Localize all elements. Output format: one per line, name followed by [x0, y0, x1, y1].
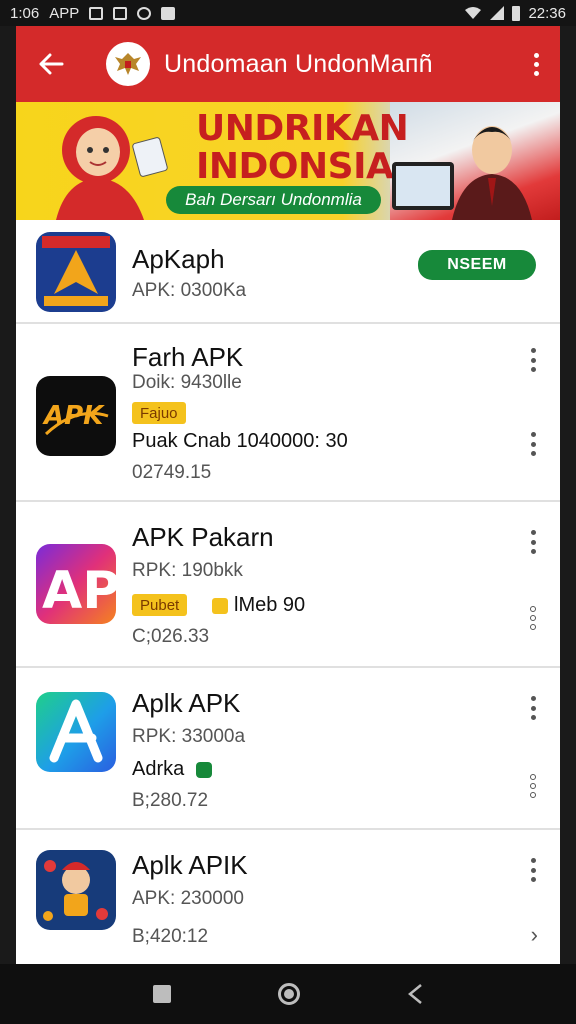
back-triangle-icon[interactable]: [407, 983, 423, 1005]
banner-headline: UNDRIKAN INDONSIA: [196, 108, 409, 187]
list-item[interactable]: ApKaph APK: 0300Ka NSEEM: [16, 220, 560, 324]
app-meta: APK: 230000: [132, 888, 244, 909]
app-detail: Puak Cnab 1040000: 30: [132, 430, 348, 452]
status-left: 1:06 APP: [10, 4, 176, 22]
recent-apps-icon[interactable]: [153, 985, 172, 1003]
app-date: B;280.72: [132, 790, 209, 811]
item-menu-icon[interactable]: [526, 348, 540, 372]
man-tablet-illustration-icon: [392, 126, 532, 220]
item-menu-icon[interactable]: [526, 858, 540, 882]
status-time-right: 22:36: [528, 4, 566, 22]
app-icon-apk-pakarn: AP: [36, 544, 116, 624]
square-notification-icon: [161, 6, 176, 20]
storage-icon: [212, 598, 228, 614]
item-menu-icon[interactable]: [526, 696, 540, 720]
item-menu-icon[interactable]: [526, 432, 540, 456]
wifi-icon: [465, 7, 482, 19]
app-title: Undomaan UndonMaпñ: [164, 49, 433, 78]
app-date: 02749.15: [132, 462, 212, 483]
banner-title-line1: UNDRIKAN: [196, 108, 409, 149]
category-tag: Pubet: [132, 594, 188, 616]
list-item[interactable]: Aplk APK RPK: 33000a Adrka B;280.72: [16, 668, 560, 830]
status-label: APP: [49, 4, 80, 22]
category-tag: Fajuo: [132, 402, 186, 424]
app-name: Farh APK: [132, 342, 244, 372]
app-name: APK Pakarn: [132, 522, 274, 552]
app-meta: RPK: 190bkk: [132, 560, 243, 581]
app-label: Adrka: [132, 758, 185, 780]
chevron-right-icon[interactable]: ›: [531, 924, 538, 946]
app-date: B;420:12: [132, 926, 209, 947]
app-name: Aplk APIK: [132, 850, 248, 880]
item-options-icon[interactable]: [526, 606, 540, 630]
status-time-left: 1:06: [10, 4, 40, 22]
app-meta: Doik: 9430lle: [132, 372, 242, 393]
banner-subtitle-pill: Bah Dersarı Undonmlia: [166, 186, 381, 214]
list-item[interactable]: AP APK Pakarn RPK: 190bkk Pubet lMeb 90 …: [16, 502, 560, 668]
back-arrow-icon[interactable]: [36, 49, 66, 79]
system-nav-bar: [0, 964, 576, 1024]
app-icon-apkaph: [36, 232, 116, 312]
verified-icon: [196, 762, 212, 778]
status-right: 22:36: [464, 5, 566, 22]
install-button[interactable]: NSEEM: [418, 250, 536, 280]
app-name: Aplk APK: [132, 688, 241, 718]
app-screen: Undomaan UndonMaпñ UNDRIKAN INDONSIA Bah…: [16, 26, 560, 964]
app-date: C;026.33: [132, 626, 210, 647]
app-bar: Undomaan UndonMaпñ: [16, 26, 560, 102]
banner-title-line2: INDONSIA: [196, 146, 394, 187]
app-meta: RPK: 33000a: [132, 726, 246, 747]
signal-icon: [490, 6, 505, 20]
battery-icon: [512, 5, 521, 21]
image-notification-icon: [89, 6, 104, 20]
app-extra: lMeb 90: [234, 594, 306, 616]
list-item[interactable]: APK Farh APK Doik: 9430lle Fajuo Puak Cn…: [16, 324, 560, 502]
home-icon[interactable]: [277, 983, 300, 1005]
item-options-icon[interactable]: [526, 774, 540, 798]
app-meta: APK: 0300Ka: [132, 280, 247, 301]
overflow-menu-icon[interactable]: [526, 49, 546, 79]
app-name: ApKaph: [132, 244, 225, 274]
status-bar: 1:06 APP 22:36: [0, 0, 576, 26]
garuda-logo-icon: [106, 42, 150, 86]
message-notification-icon: [113, 6, 128, 20]
app-icon-farh-apk: APK: [36, 376, 116, 456]
list-item[interactable]: Aplk APIK APK: 230000 B;420:12 ›: [16, 830, 560, 964]
ap-logo-text: AP: [42, 561, 116, 621]
app-icon-aplk-apk: [36, 692, 116, 772]
promo-banner[interactable]: UNDRIKAN INDONSIA Bah Dersarı Undonmlia: [16, 102, 560, 220]
app-notification-icon: [137, 6, 152, 20]
item-menu-icon[interactable]: [526, 530, 540, 554]
app-list: ApKaph APK: 0300Ka NSEEM APK Farh APK Do…: [16, 220, 560, 964]
app-icon-aplk-apik: [36, 850, 116, 930]
woman-hijab-illustration-icon: [56, 116, 168, 220]
